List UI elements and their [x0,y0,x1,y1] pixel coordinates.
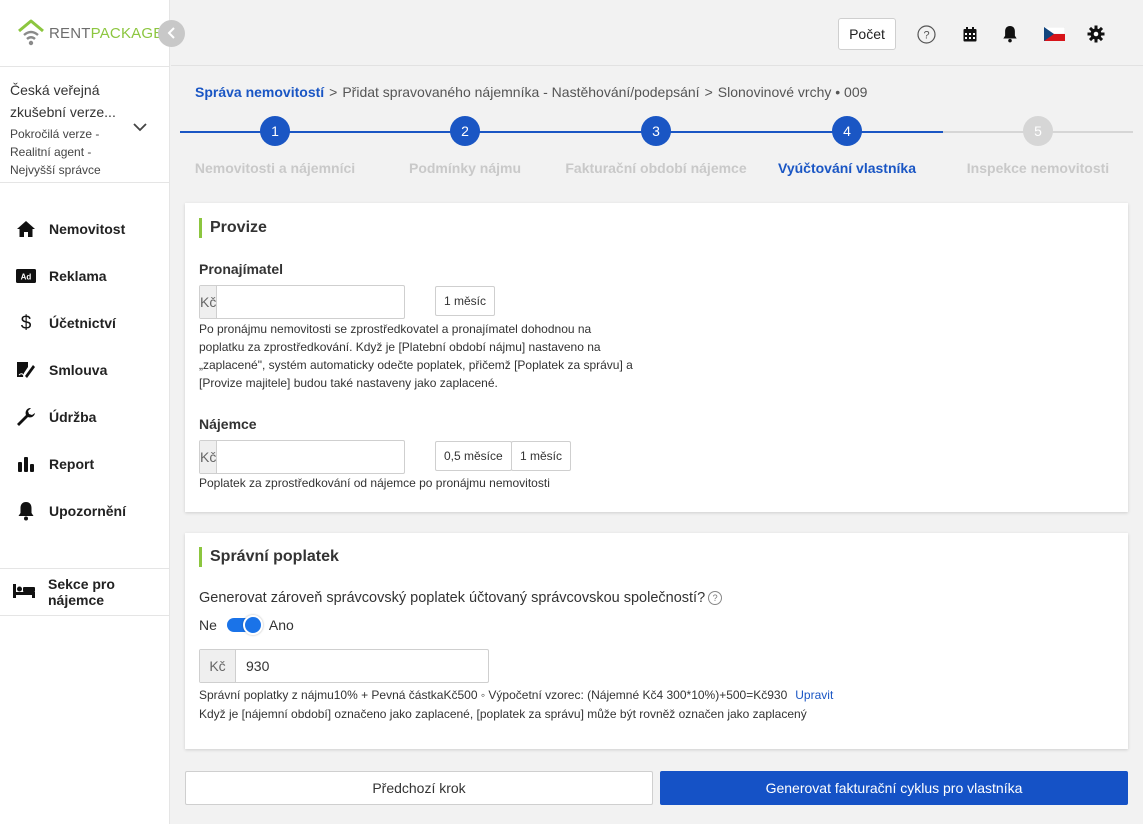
step-4[interactable]: 4 Vyúčtování vlastníka [752,116,942,176]
contract-icon [15,359,37,381]
management-fee-title: Správní poplatek [199,547,339,567]
management-fee-field: Kč [199,649,489,683]
home-icon [15,218,37,240]
step-5[interactable]: 5 Inspekce nemovitosti [943,116,1133,176]
account-switcher[interactable]: Česká veřejná zkušební verze... Pokročil… [0,66,170,183]
account-role: Pokročilá verze - Realitní agent - Nejvy… [10,127,101,177]
landlord-help-text: Po pronájmu nemovitosti se zprostředkova… [199,322,633,390]
sidebar: RENTPACKAGE Česká veřejná zkušební verze… [0,0,170,824]
wifi-house-logo-icon [16,19,46,47]
tenant-help-text: Poplatek za zprostředkování od nájemce p… [199,476,550,490]
breadcrumb-middle: Přidat spravovaného nájemníka - Nastěhov… [342,84,700,100]
step-1[interactable]: 1 Nemovitosti a nájemníci [180,116,370,176]
sidebar-item-ucetnictvi[interactable]: $ Účetnictví [0,299,170,346]
currency-prefix: Kč [200,441,218,473]
collapse-sidebar-button[interactable] [158,20,185,47]
breadcrumb: Správa nemovitostí > Přidat spravovaného n… [195,84,868,100]
generate-fee-toggle[interactable] [226,615,263,635]
bar-chart-icon [15,453,37,475]
tenant-label: Nájemce [199,416,257,432]
step-2[interactable]: 2 Podmínky nájmu [370,116,560,176]
landlord-fee-field: Kč [199,285,409,319]
previous-step-button[interactable]: Předchozí krok [185,771,653,805]
czech-flag-icon[interactable] [1043,24,1065,44]
sidebar-item-upozorneni[interactable]: Upozornění [0,487,170,534]
svg-text:?: ? [923,29,929,41]
step-3[interactable]: 3 Fakturační období nájemce [561,116,751,176]
ad-icon: Ad [15,265,37,287]
calendar-icon[interactable] [960,24,980,44]
toggle-knob [242,615,263,635]
count-button[interactable]: Počet [838,18,896,50]
notifications-bell-icon[interactable] [1000,24,1020,44]
fee-paid-note: Když je [nájemní období] označeno jako z… [199,707,807,721]
commission-card: Provize Pronajímatel Kč 1 měsíc Po proná… [185,203,1128,512]
dollar-icon: $ [15,312,37,334]
sidebar-item-reklama[interactable]: Ad Reklama [0,252,170,299]
sidebar-item-smlouva[interactable]: Smlouva [0,346,170,393]
sidebar-item-nemovitost[interactable]: Nemovitost [0,205,170,252]
management-fee-input[interactable] [236,650,488,682]
commission-title: Provize [199,218,267,238]
landlord-one-month-button[interactable]: 1 měsíc [435,286,496,316]
generate-fee-question: Generovat zároveň správcovský poplatek ú… [199,590,723,606]
topbar: Počet ? [171,0,1143,66]
tenant-half-month-button[interactable]: 0,5 měsíce [435,441,512,471]
currency-prefix: Kč [200,650,236,682]
bell-icon [15,500,37,522]
sidebar-item-udrzba[interactable]: Údržba [0,393,170,440]
account-name: Česká veřejná zkušební verze... [10,82,116,120]
sidebar-item-tenant-section[interactable]: Sekce pro nájemce [0,568,170,616]
gear-icon[interactable] [1086,24,1106,44]
tenant-one-month-button[interactable]: 1 měsíc [511,441,572,471]
toggle-yes-label: Ano [268,617,294,633]
management-fee-card: Správní poplatek Generovat zároveň správ… [185,533,1128,749]
logo-text: RENTPACKAGE [49,24,164,42]
breadcrumb-root-link[interactable]: Správa nemovitostí [195,84,324,100]
landlord-label: Pronajímatel [199,261,284,277]
fee-formula-text: Správní poplatky z nájmu10% + Pevná část… [199,688,834,702]
logo[interactable]: RENTPACKAGE [16,18,163,48]
sidebar-item-report[interactable]: Report [0,440,170,487]
currency-prefix: Kč [200,286,218,318]
wrench-icon [15,406,37,428]
tenant-fee-field: Kč [199,440,409,474]
chevron-left-icon [167,26,177,42]
help-icon[interactable]: ? [916,24,936,44]
wizard-stepper: 1 Nemovitosti a nájemníci 2 Podmínky náj… [180,116,1133,180]
bed-icon [12,583,36,602]
sidebar-nav: Nemovitost Ad Reklama $ Účetnictví Smlou… [0,205,170,534]
generate-fee-toggle-row: Ne Ano [199,615,294,635]
svg-text:Ad: Ad [21,272,32,281]
chevron-down-icon[interactable] [132,119,148,135]
breadcrumb-current: Slonovinové vrchy • 009 [717,84,868,100]
generate-billing-cycle-button[interactable]: Generovat fakturační cyklus pro vlastník… [660,771,1128,805]
question-circle-icon[interactable]: ? [708,591,723,605]
landlord-fee-input[interactable] [217,286,409,318]
svg-text:$: $ [21,313,32,333]
tenant-fee-input[interactable] [217,441,409,473]
toggle-no-label: Ne [199,617,217,633]
edit-formula-link[interactable]: Upravit [795,688,833,702]
